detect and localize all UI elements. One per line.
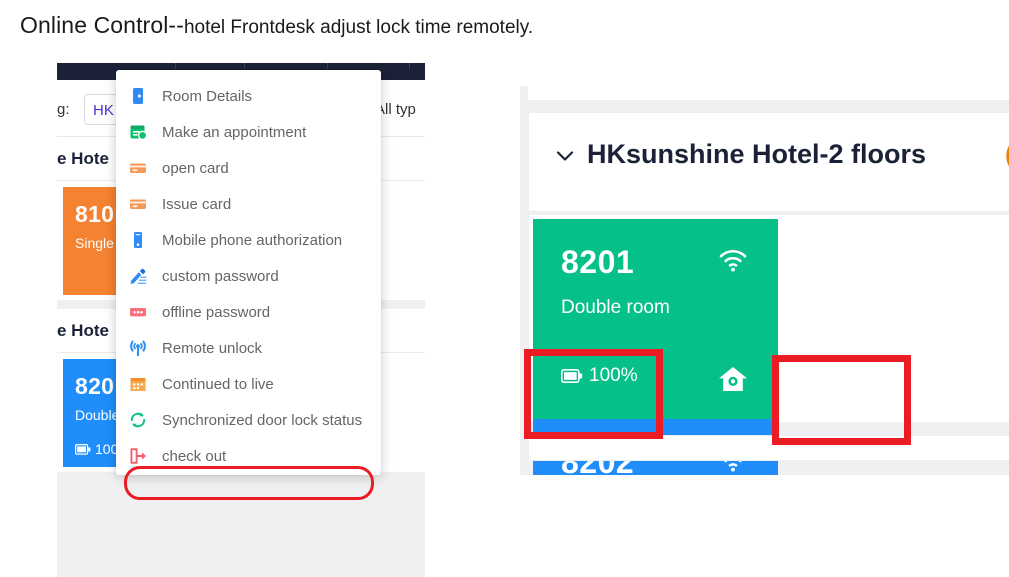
battery-icon — [561, 369, 583, 383]
signal-tower-icon — [128, 338, 148, 358]
menu-item-label: Synchronized door lock status — [162, 411, 363, 429]
menu-item-room-details[interactable]: Room Details — [116, 78, 381, 114]
menu-item-label: Mobile phone authorization — [162, 231, 343, 249]
hotel-count-paren: ( — [1005, 139, 1009, 170]
panel-top-strip — [528, 86, 1009, 100]
battery-percent: 100% — [589, 365, 638, 386]
menu-item-label: check out — [162, 447, 227, 465]
wifi-icon — [718, 249, 748, 273]
page-title-secondary: hotel Frontdesk adjust lock time remotel… — [183, 17, 534, 38]
menu-item-issue-card[interactable]: Issue card — [116, 186, 381, 222]
card-icon — [128, 194, 148, 214]
home-icon — [718, 365, 748, 393]
menu-item-label: offline password — [162, 303, 271, 321]
menu-item-label: custom password — [162, 267, 279, 285]
filter-label: g: — [57, 101, 70, 118]
chevron-down-icon[interactable] — [554, 145, 576, 167]
room-type: Double room — [561, 297, 670, 318]
door-icon — [128, 86, 148, 106]
room-number: 820 — [75, 373, 115, 399]
menu-item-offline-password[interactable]: offline password — [116, 294, 381, 330]
mobile-phone-icon — [128, 230, 148, 250]
menu-item-make-appointment[interactable]: Make an appointment — [116, 114, 381, 150]
keypad-icon — [128, 302, 148, 322]
room-number: 8201 — [561, 244, 635, 280]
menu-item-label: Room Details — [162, 87, 253, 105]
menu-item-label: Continued to live — [162, 375, 274, 393]
battery-status: 100% — [561, 365, 638, 387]
menu-item-open-card[interactable]: open card — [116, 150, 381, 186]
menu-item-synchronized-door-lock-status[interactable]: Synchronized door lock status — [116, 402, 381, 438]
logout-icon — [128, 446, 148, 466]
page-title-primary: Online Control-- — [20, 12, 184, 38]
menu-item-continued-to-live[interactable]: Continued to live — [116, 366, 381, 402]
screenshot-root: Online Control--hotel Frontdesk adjust l… — [0, 0, 1009, 577]
hotel-header-panel: HKsunshine Hotel-2 floors ( — [528, 112, 1009, 212]
calendar-clock-icon — [128, 122, 148, 142]
calendar-icon — [128, 374, 148, 394]
menu-item-label: Make an appointment — [162, 123, 307, 141]
room-card-grid: 8201 Double room 100% — [528, 214, 1009, 475]
room-type: Single — [75, 235, 114, 251]
card-icon — [128, 158, 148, 178]
menu-item-remote-unlock[interactable]: Remote unlock — [116, 330, 381, 366]
room-card[interactable]: 8201 Double room 100% — [533, 219, 778, 419]
right-screenshot: HKsunshine Hotel-2 floors ( 8201 Double … — [520, 86, 1009, 475]
menu-item-label: Remote unlock — [162, 339, 263, 357]
hotel-group-title[interactable]: HKsunshine Hotel-2 floors — [587, 139, 926, 170]
panel-bottom-strip — [528, 435, 1009, 461]
page-title: Online Control--hotel Frontdesk adjust l… — [20, 12, 533, 39]
room-context-menu[interactable]: Room Details Make an appointment open ca… — [116, 70, 381, 500]
sync-icon — [128, 410, 148, 430]
menu-item-mobile-phone-authorization[interactable]: Mobile phone authorization — [116, 222, 381, 258]
menu-item-label: open card — [162, 159, 229, 177]
room-type-filter[interactable]: All typ — [375, 101, 416, 118]
menu-item-check-out[interactable]: check out — [116, 438, 381, 474]
battery-icon — [75, 443, 91, 455]
pen-edit-icon — [128, 266, 148, 286]
menu-item-label: Issue card — [162, 195, 232, 213]
room-number: 810 — [75, 201, 115, 227]
menu-item-custom-password[interactable]: custom password — [116, 258, 381, 294]
